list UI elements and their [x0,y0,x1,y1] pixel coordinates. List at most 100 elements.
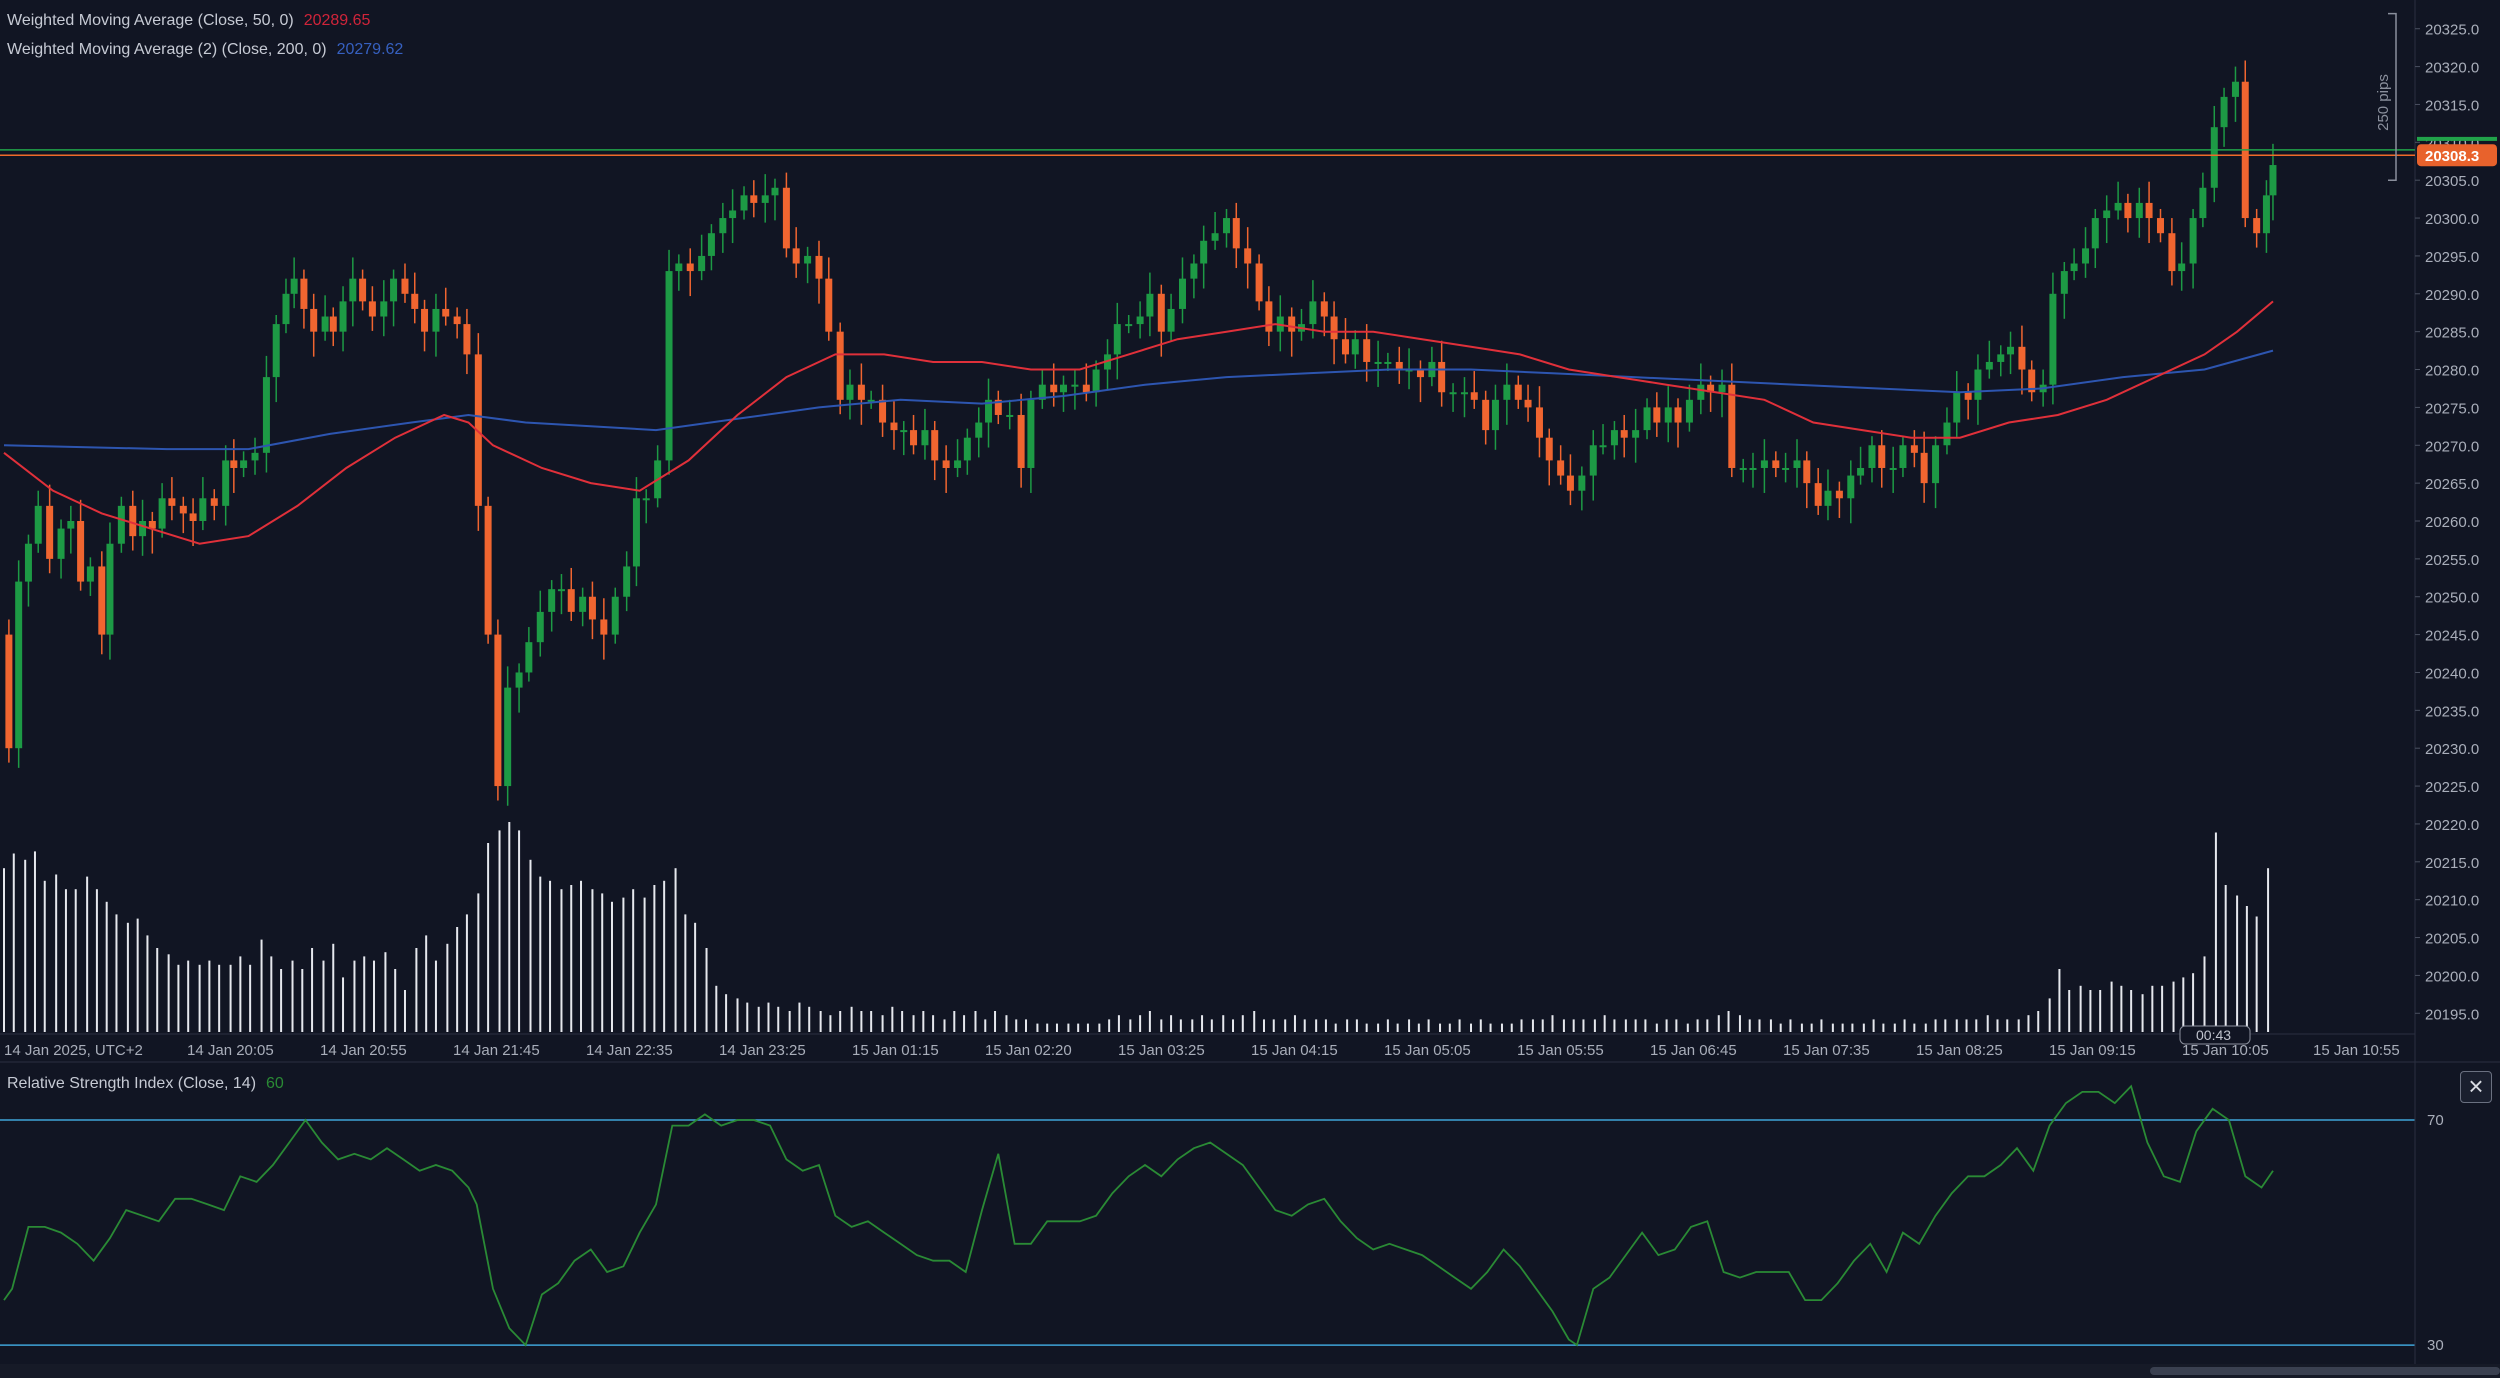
volume-bar [767,1002,770,1032]
volume-bar [1098,1023,1101,1032]
candle-body [1697,384,1705,400]
scrollbar-thumb[interactable] [2150,1367,2500,1375]
volume-bar [1727,1011,1730,1032]
candle-body [1772,460,1780,468]
candle-body [921,430,929,446]
volume-bar [1386,1019,1389,1032]
volume-bar [1810,1023,1813,1032]
volume-bar [1841,1023,1844,1032]
volume-bar [1479,1019,1482,1032]
volume-bar [663,880,666,1032]
volume-bar [1201,1015,1204,1032]
volume-bar [829,1015,832,1032]
candle-body [5,634,13,749]
candle-body [1050,384,1058,393]
volume-bar [1520,1019,1523,1032]
candle-body [1578,475,1586,491]
legend-wma50[interactable]: Weighted Moving Average (Close, 50, 0) 20… [7,12,370,30]
candle-body [588,596,596,620]
time-tick-label: 14 Jan 20:05 [187,1042,274,1059]
candle-body [1211,233,1219,241]
candle-body [2189,218,2197,264]
volume-bar [1086,1023,1089,1032]
candle-body [117,505,125,544]
volume-bar [1355,1019,1358,1032]
volume-bar [2172,981,2175,1032]
volume-bar [177,964,180,1032]
volume-bar [2192,973,2195,1032]
candle-body [1309,301,1317,325]
volume-bar [2267,868,2270,1032]
candle-body [675,263,683,272]
price-tick-label: 20280.0 [2425,363,2479,380]
volume-bar [1025,1019,1028,1032]
current-price-label: 20308.3 [2425,148,2479,165]
volume-bar [1191,1019,1194,1032]
volume-bar [2058,969,2061,1032]
volume-bar [1055,1023,1058,1032]
volume-bar [1913,1023,1916,1032]
candle-body [282,293,290,325]
candle-body [815,255,823,279]
candle-body [1953,392,1961,423]
price-tick-label: 20210.0 [2425,893,2479,910]
candle-body [931,430,939,461]
volume-bar [126,922,129,1032]
volume-bar [1655,1023,1658,1032]
volume-bar [1015,1019,1018,1032]
candle-body [1146,293,1154,317]
candle-body [129,505,137,537]
candle-body [442,308,450,317]
candle-body [900,430,908,433]
candle-body [2091,218,2099,249]
volume-bar [1262,1019,1265,1032]
volume-bar [1067,1023,1070,1032]
volume-bar [798,1002,801,1032]
volume-bar [1179,1019,1182,1032]
volume-bar [24,859,27,1032]
volume-bar [95,889,98,1032]
volume-bar [2079,985,2082,1032]
volume-bar [2110,981,2113,1032]
volume-bar [694,922,697,1032]
volume-bar [1696,1019,1699,1032]
candle-body [1868,445,1876,468]
volume-bar [901,1011,904,1032]
volume-bar [43,880,46,1032]
volume-bar [322,960,325,1032]
volume-bar [280,969,283,1032]
candle-body [1092,369,1100,393]
volume-bar [1686,1023,1689,1032]
volume-bar [1603,1015,1606,1032]
legend-wma200[interactable]: Weighted Moving Average (2) (Close, 200,… [7,41,403,59]
candle-body [168,498,176,506]
candle-body [2168,233,2176,272]
volume-bar [2214,832,2217,1032]
volume-bar [1758,1019,1761,1032]
candle-body [349,278,357,302]
volume-bar [1417,1023,1420,1032]
candle-body [272,324,280,378]
candle-body [67,521,75,529]
candle-body [1749,467,1757,470]
candle-body [1244,248,1252,264]
volume-bar [674,868,677,1032]
candle-body [1932,445,1940,484]
candle-body [411,293,419,309]
close-pane-button[interactable]: × [2460,1071,2492,1103]
price-tick-label: 20325.0 [2425,22,2479,39]
candle-body [1793,460,1801,468]
volume-bar [167,954,170,1032]
candle-body [504,687,512,787]
candle-body [2253,218,2261,234]
candle-body [1363,339,1371,362]
volume-bar [2048,998,2051,1032]
volume-bar [1924,1023,1927,1032]
candle-body [1200,240,1208,264]
candle-body [1739,467,1747,470]
horizontal-scrollbar[interactable] [0,1364,2500,1378]
legend-rsi[interactable]: Relative Strength Index (Close, 14) 60 [7,1075,284,1093]
candle-body [1482,399,1490,431]
price-tick-label: 20235.0 [2425,703,2479,720]
volume-bar [1965,1019,1968,1032]
